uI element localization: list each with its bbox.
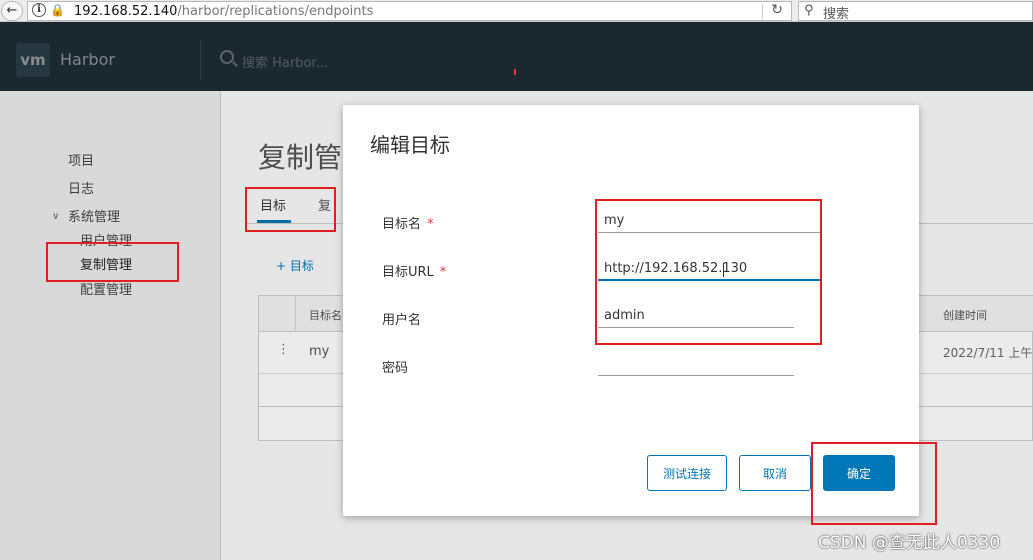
watermark: CSDN @查无此人0330 [818,533,1001,553]
ok-button[interactable]: 确定 [823,455,895,491]
target-name-input[interactable] [598,209,822,233]
target-url-label-text: 目标URL [382,265,434,280]
edit-target-dialog: 编辑目标 目标名 * 目标URL * 用户名 密码 测试连接 取消 确定 [343,105,919,516]
browser-search-placeholder: 搜索 [823,7,850,22]
back-arrow-icon[interactable]: ← [1,1,23,21]
cancel-button[interactable]: 取消 [739,455,811,491]
info-icon[interactable]: i [32,3,46,17]
app-header: vm Harbor 搜索 Harbor... [0,22,1033,91]
modal-backdrop-header [0,22,1033,91]
test-connection-button[interactable]: 测试连接 [647,455,727,491]
browser-toolbar: ← i 🔒 192.168.52.140/harbor/replications… [0,0,1033,22]
url-path: /harbor/replications/endpoints [177,4,374,19]
browser-search-box[interactable]: ⚲ 搜索 [798,1,1033,22]
password-label: 密码 [382,361,409,376]
password-input[interactable] [598,352,794,376]
target-url-input[interactable] [598,257,822,281]
url-separator [762,4,763,19]
text-caret [723,263,724,277]
required-mark: * [439,265,447,280]
url-text: 192.168.52.140/harbor/replications/endpo… [74,4,373,19]
username-label: 用户名 [382,313,422,328]
target-name-label: 目标名 * [382,213,434,232]
reload-icon[interactable]: ↻ [771,2,783,18]
target-name-label-text: 目标名 [382,217,422,232]
search-icon: ⚲ [804,3,814,18]
address-bar[interactable]: i 🔒 192.168.52.140/harbor/replications/e… [27,1,792,21]
username-input[interactable] [598,304,794,328]
required-mark: * [427,217,434,232]
dialog-title: 编辑目标 [370,133,450,157]
insecure-lock-icon: 🔒 [50,3,65,17]
target-url-label: 目标URL * [382,261,446,280]
url-host: 192.168.52.140 [74,4,178,19]
cursor-mark [514,69,516,75]
